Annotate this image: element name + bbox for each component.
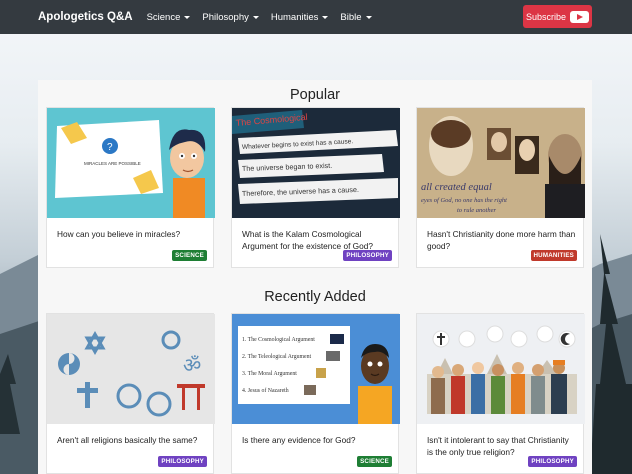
card-thumbnail: 1. The Cosmological Argument 2. The Tele… xyxy=(232,314,400,424)
card-intolerant[interactable]: Isn't it intolerant to say that Christia… xyxy=(416,313,585,474)
thumb-line: all created equal xyxy=(421,182,492,193)
thumb-line: 4. Jesus of Nazareth xyxy=(242,387,289,394)
card-question: Is there any evidence for God? xyxy=(242,435,356,445)
card-thumbnail: ॐ xyxy=(47,314,215,424)
thumb-line: 2. The Teleological Argument xyxy=(242,354,312,360)
card-christianity-harm[interactable]: all created equal eyes of God, no one ha… xyxy=(416,107,585,268)
thumb-caption: MIRACLES ARE POSSIBLE xyxy=(84,161,141,166)
card-religions-same[interactable]: ॐ Aren't all religions basically the sam… xyxy=(46,313,215,474)
thumb-line: 1. The Cosmological Argument xyxy=(242,337,315,343)
card-thumbnail xyxy=(417,314,585,424)
youtube-icon xyxy=(570,10,590,23)
nav-menu-label: Philosophy xyxy=(202,11,249,23)
site-brand[interactable]: Apologetics Q&A xyxy=(38,11,133,23)
nav-menu-bible[interactable]: Bible xyxy=(340,11,372,23)
nav-menu-philosophy[interactable]: Philosophy xyxy=(202,11,259,23)
card-question: What is the Kalam Cosmological Argument … xyxy=(242,229,373,251)
card-thumbnail: ? MIRACLES ARE POSSIBLE xyxy=(47,108,215,218)
svg-text:ॐ: ॐ xyxy=(183,353,201,377)
thumb-line: to rule another xyxy=(457,207,496,214)
card-question: Hasn't Christianity done more harm than … xyxy=(427,229,576,251)
content-container: Popular ? MIRACLES ARE POSSIBLE How can … xyxy=(38,80,592,474)
thumb-line: eyes of God, no one has the right xyxy=(421,197,507,204)
svg-text:?: ? xyxy=(107,142,113,153)
subscribe-label: Subscribe xyxy=(525,11,567,22)
card-kalam[interactable]: The Cosmological Whatever begins to exis… xyxy=(231,107,400,268)
card-evidence-god[interactable]: 1. The Cosmological Argument 2. The Tele… xyxy=(231,313,400,474)
thumb-line: 3. The Moral Argument xyxy=(242,371,297,377)
card-thumbnail: The Cosmological Whatever begins to exis… xyxy=(232,108,400,218)
category-badge: PHILOSOPHY xyxy=(158,456,207,467)
chevron-down-icon xyxy=(184,15,191,19)
nav-menu-humanities[interactable]: Humanities xyxy=(271,12,329,23)
chevron-down-icon xyxy=(365,15,372,19)
top-navbar: Apologetics Q&A Science Philosophy Human… xyxy=(0,0,632,34)
recent-heading: Recently Added xyxy=(264,289,366,305)
nav-menu-science[interactable]: Science xyxy=(147,12,191,23)
card-question: How can you believe in miracles? xyxy=(57,229,181,239)
category-badge: PHILOSOPHY xyxy=(343,250,392,261)
popular-heading: Popular xyxy=(290,87,340,103)
category-badge: HUMANITIES xyxy=(530,250,577,261)
nav-menu-label: Humanities xyxy=(270,11,319,23)
card-question: Aren't all religions basically the same? xyxy=(57,435,198,445)
card-thumbnail: all created equal eyes of God, no one ha… xyxy=(417,108,585,218)
nav-menu-label: Science xyxy=(146,11,181,23)
category-badge: SCIENCE xyxy=(172,250,207,261)
category-badge: PHILOSOPHY xyxy=(528,456,577,467)
chevron-down-icon xyxy=(252,15,259,19)
nav-menu-label: Bible xyxy=(340,11,362,23)
category-badge: SCIENCE xyxy=(357,456,392,467)
chevron-down-icon xyxy=(322,15,329,19)
card-miracles[interactable]: ? MIRACLES ARE POSSIBLE How can you beli… xyxy=(46,107,215,268)
subscribe-button[interactable]: Subscribe xyxy=(523,5,592,28)
card-question: Isn't it intolerant to say that Christia… xyxy=(427,435,569,457)
